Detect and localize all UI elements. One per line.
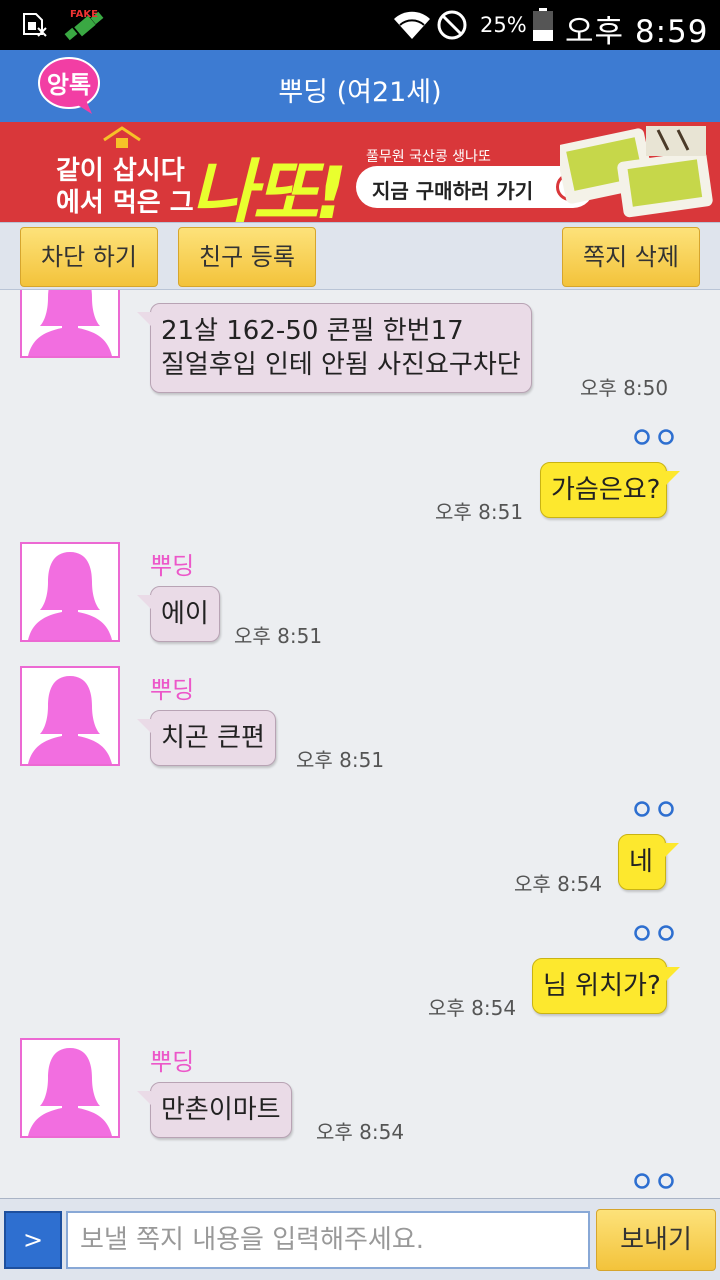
message-bubble-outgoing[interactable]: 네 xyxy=(618,834,679,890)
composer-bar: > 보내기 xyxy=(0,1198,720,1280)
message-bubble-outgoing[interactable]: 님 위치가? xyxy=(532,958,680,1014)
product-package-image xyxy=(560,126,713,218)
action-bar: 차단 하기 친구 등록 쪽지 삭제 xyxy=(0,222,720,290)
ad-brand: 나또! xyxy=(190,151,347,222)
avatar[interactable] xyxy=(20,666,120,766)
message-input[interactable] xyxy=(66,1211,590,1269)
page-title: 뿌딩 (여21세) xyxy=(278,77,442,108)
ad-headline-2: 에서 먹은 그 xyxy=(56,188,194,218)
message-time: 오후 8:54 xyxy=(428,996,517,1020)
title-bar: 앙톡 뿌딩 (여21세) xyxy=(0,50,720,122)
message-time: 오후 8:51 xyxy=(234,624,323,648)
fake-gps-icon: FAKE xyxy=(64,9,104,41)
read-receipt-icon xyxy=(634,1173,674,1189)
battery-icon xyxy=(533,8,553,41)
add-friend-button[interactable]: 친구 등록 xyxy=(178,227,316,287)
message-bubble-incoming[interactable]: 21살 162-50 콘필 한번17 질얼후입 인테 안됨 사진요구차단 xyxy=(137,303,532,393)
read-receipt-icon xyxy=(634,429,674,445)
send-button[interactable]: 보내기 xyxy=(596,1209,716,1271)
do-not-disturb-icon xyxy=(437,10,467,40)
avatar[interactable] xyxy=(20,290,120,358)
female-avatar-icon xyxy=(28,676,112,764)
status-bar: FAKE 25% 오후 8:59 xyxy=(0,0,720,50)
message-bubble-outgoing[interactable]: 가슴은요? xyxy=(540,462,680,518)
female-avatar-icon xyxy=(28,290,112,356)
message-time: 오후 8:54 xyxy=(316,1120,405,1144)
message-time: 오후 8:50 xyxy=(580,376,669,400)
female-avatar-icon xyxy=(28,552,112,640)
ad-cta-button[interactable]: 지금 구매하러 가기 › xyxy=(356,166,594,208)
sender-name: 뿌딩 xyxy=(150,1048,195,1076)
message-time: 오후 8:51 xyxy=(435,500,524,524)
message-time: 오후 8:54 xyxy=(514,872,603,896)
ad-cta-label: 지금 구매하러 가기 xyxy=(372,179,534,203)
wifi-icon xyxy=(394,11,430,39)
sender-name: 뿌딩 xyxy=(150,552,195,580)
house-icon xyxy=(103,126,141,148)
message-line: 21살 162-50 콘필 한번17 xyxy=(161,316,464,346)
avatar[interactable] xyxy=(20,542,120,642)
message-line: 질얼후입 인테 안됨 사진요구차단 xyxy=(161,350,521,380)
sender-name: 뿌딩 xyxy=(150,676,195,704)
battery-percent: 25% xyxy=(480,13,527,37)
ad-product-name: 풀무원 국산콩 생나또 xyxy=(366,149,491,165)
expand-toggle-button[interactable]: > xyxy=(4,1211,62,1269)
message-bubble-incoming[interactable]: 만촌이마트 xyxy=(137,1082,292,1138)
read-receipt-icon xyxy=(634,925,674,941)
avatar[interactable] xyxy=(20,1038,120,1138)
chat-list[interactable]: 21살 162-50 콘필 한번17 질얼후입 인테 안됨 사진요구차단 오후 … xyxy=(0,290,720,1198)
ad-banner[interactable]: 같이 삽시다 에서 먹은 그 나또! 풀무원 국산콩 생나또 지금 구매하러 가… xyxy=(0,122,720,222)
read-receipt-icon xyxy=(634,801,674,817)
message-bubble-incoming[interactable]: 에이 xyxy=(137,586,220,642)
delete-message-button[interactable]: 쪽지 삭제 xyxy=(562,227,700,287)
block-button[interactable]: 차단 하기 xyxy=(20,227,158,287)
female-avatar-icon xyxy=(28,1048,112,1136)
clock: 오후 8:59 xyxy=(565,14,709,50)
no-sim-icon xyxy=(23,13,47,37)
svg-text:FAKE: FAKE xyxy=(70,9,98,20)
message-bubble-incoming[interactable]: 치곤 큰편 xyxy=(137,710,276,766)
message-time: 오후 8:51 xyxy=(296,748,385,772)
